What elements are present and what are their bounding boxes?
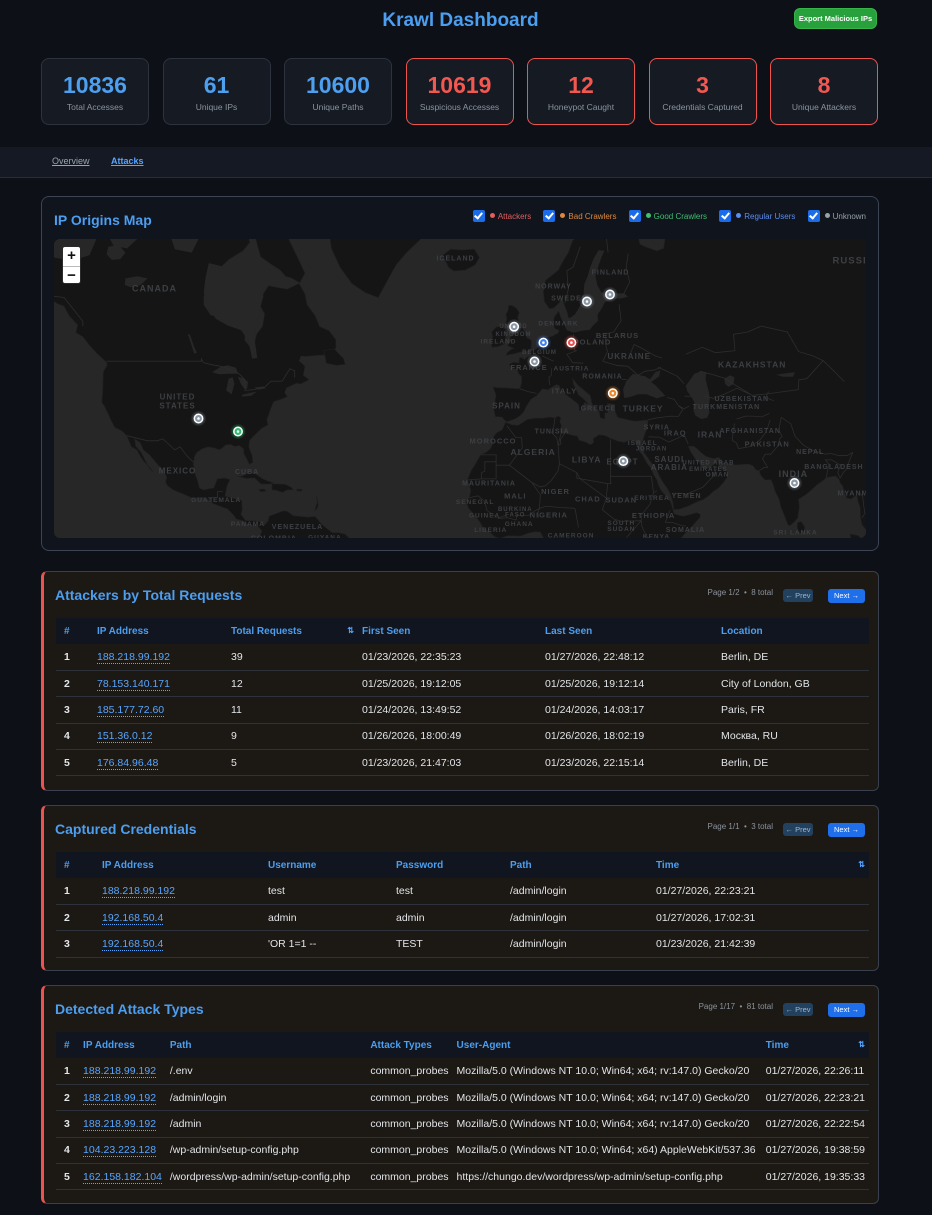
svg-text:CANADA: CANADA: [132, 284, 177, 294]
svg-text:NEPAL: NEPAL: [796, 449, 824, 456]
svg-text:UZBEKISTAN: UZBEKISTAN: [715, 396, 770, 403]
svg-text:TURKEY: TURKEY: [623, 404, 664, 414]
svg-text:GUINEA: GUINEA: [469, 513, 500, 520]
svg-text:ETHIOPIA: ETHIOPIA: [632, 511, 675, 520]
svg-text:TUNISIA: TUNISIA: [535, 428, 570, 435]
svg-text:NIGERIA: NIGERIA: [530, 511, 568, 520]
svg-text:OMAN: OMAN: [706, 472, 730, 479]
svg-text:MAURITANIA: MAURITANIA: [462, 481, 516, 488]
svg-text:ICELAND: ICELAND: [436, 256, 474, 263]
svg-text:AFGHANISTAN: AFGHANISTAN: [719, 428, 780, 435]
svg-text:ALGERIA: ALGERIA: [510, 447, 555, 457]
svg-text:PAKISTAN: PAKISTAN: [745, 439, 790, 448]
svg-text:FASO: FASO: [505, 513, 525, 519]
svg-text:COLOMBIA: COLOMBIA: [251, 535, 297, 538]
svg-text:TURKMENISTAN: TURKMENISTAN: [693, 404, 760, 411]
svg-text:SPAIN: SPAIN: [492, 402, 521, 411]
svg-text:CAMEROON: CAMEROON: [548, 533, 595, 538]
svg-text:LIBERIA: LIBERIA: [474, 527, 507, 534]
svg-text:PANAMA: PANAMA: [231, 521, 265, 528]
svg-text:KENYA: KENYA: [643, 534, 670, 539]
svg-text:AUSTRIA: AUSTRIA: [554, 366, 590, 373]
svg-text:GHANA: GHANA: [505, 521, 534, 528]
svg-text:FINLAND: FINLAND: [592, 270, 630, 277]
svg-text:UKRAINE: UKRAINE: [607, 352, 650, 361]
svg-text:YEMEN: YEMEN: [672, 493, 702, 500]
svg-text:ITALY: ITALY: [552, 387, 577, 396]
svg-text:ERITREA: ERITREA: [634, 495, 670, 502]
svg-text:SUDAN: SUDAN: [605, 495, 637, 504]
svg-text:UNITED: UNITED: [160, 393, 196, 402]
svg-text:DENMARK: DENMARK: [538, 321, 578, 328]
svg-text:BELARUS: BELARUS: [596, 331, 639, 340]
svg-text:GUATEMALA: GUATEMALA: [191, 497, 241, 504]
svg-text:CHAD: CHAD: [575, 494, 601, 503]
svg-text:MOROCCO: MOROCCO: [470, 436, 517, 445]
svg-text:JORDAN: JORDAN: [636, 447, 667, 453]
svg-text:UNITED ARAB: UNITED ARAB: [682, 461, 734, 467]
svg-text:CUBA: CUBA: [235, 469, 259, 476]
svg-text:GUYANA: GUYANA: [308, 535, 342, 539]
svg-text:MALI: MALI: [504, 492, 526, 501]
svg-text:BANGLADESH: BANGLADESH: [804, 464, 863, 471]
svg-text:GREECE: GREECE: [581, 406, 617, 413]
svg-text:IRELAND: IRELAND: [481, 339, 517, 346]
svg-text:IRAN: IRAN: [698, 429, 723, 439]
svg-text:SENEGAL: SENEGAL: [456, 499, 494, 506]
svg-text:KAZAKHSTAN: KAZAKHSTAN: [718, 360, 786, 370]
svg-text:VENEZUELA: VENEZUELA: [272, 524, 323, 531]
svg-text:LIBYA: LIBYA: [572, 454, 602, 464]
svg-text:SYRIA: SYRIA: [644, 425, 670, 432]
svg-text:SOMALIA: SOMALIA: [666, 527, 705, 534]
svg-text:NORWAY: NORWAY: [535, 284, 572, 291]
svg-text:SRI LANKA: SRI LANKA: [773, 530, 817, 537]
svg-text:RUSSIA: RUSSIA: [833, 256, 866, 267]
svg-text:BELGIUM: BELGIUM: [522, 350, 557, 356]
svg-text:ROMANIA: ROMANIA: [582, 373, 622, 380]
svg-text:MEXICO: MEXICO: [159, 467, 197, 476]
svg-text:SUDAN: SUDAN: [607, 526, 635, 533]
svg-text:MYANMAR: MYANMAR: [838, 491, 866, 498]
svg-text:NIGER: NIGER: [541, 487, 570, 496]
svg-text:STATES: STATES: [159, 402, 195, 411]
